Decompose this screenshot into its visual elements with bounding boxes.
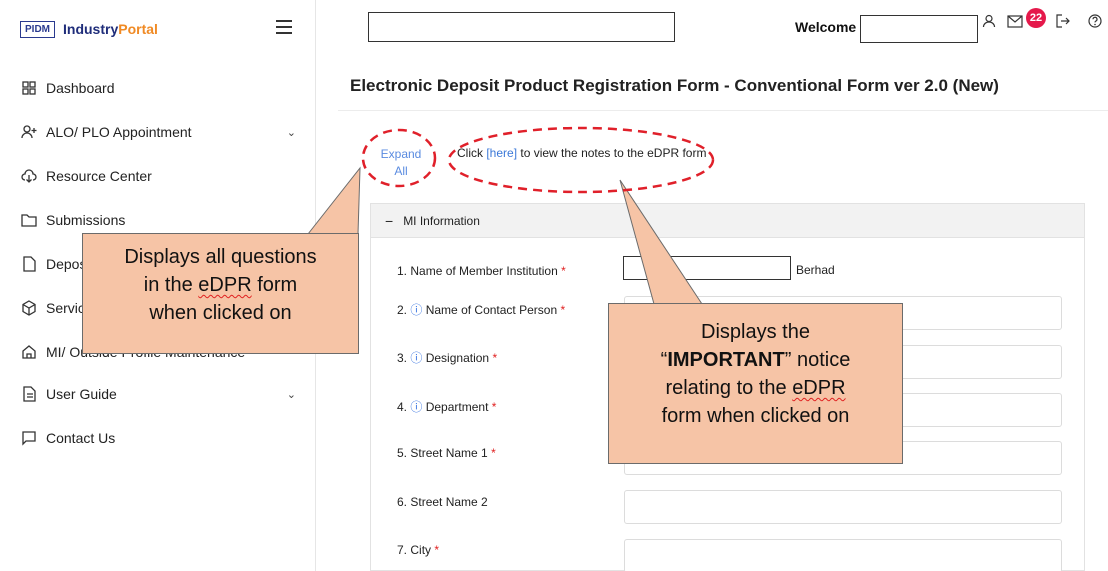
left-callout-line1: Displays all questions <box>124 246 317 268</box>
page: PIDM IndustryPortal Dashboard ALO/ PLO A… <box>0 0 1108 571</box>
right-callout: Displays the “IMPORTANT” notice relating… <box>608 303 903 464</box>
left-callout-line3: when clicked on <box>149 302 292 324</box>
right-callout-line4: form when clicked on <box>661 405 850 427</box>
left-callout: Displays all questions in the eDPR form … <box>82 233 359 354</box>
left-callout-edpr: eDPR <box>198 274 252 296</box>
right-callout-line2: “IMPORTANT” notice <box>609 346 902 374</box>
left-callout-line2a: in the <box>143 274 199 296</box>
right-callout-line1: Displays the <box>701 321 810 343</box>
left-callout-line2c: form <box>251 274 298 296</box>
right-callout-line2c: ” notice <box>784 349 851 371</box>
notes-highlight-ellipse <box>447 126 715 194</box>
left-callout-tail <box>306 166 361 235</box>
right-callout-line3a: relating to the <box>665 377 793 399</box>
expand-all-highlight-ellipse <box>361 128 437 188</box>
right-callout-important: IMPORTANT <box>667 349 785 371</box>
right-callout-line3: relating to the eDPR <box>609 374 902 402</box>
right-callout-tail <box>619 179 703 305</box>
left-callout-line2: in the eDPR form <box>83 271 358 299</box>
right-callout-edpr: eDPR <box>792 377 846 399</box>
